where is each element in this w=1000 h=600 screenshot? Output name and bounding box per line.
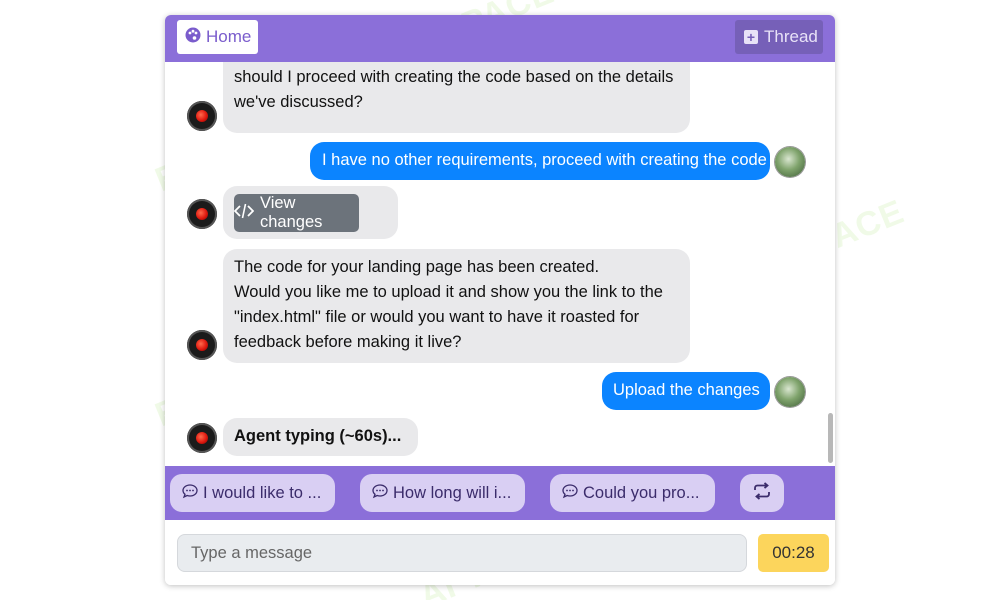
typing-indicator: Agent typing (~60s)... xyxy=(223,418,418,456)
agent-message: The code for your landing page has been … xyxy=(223,249,690,363)
message-line: Would you like me to upload it and show … xyxy=(234,283,663,301)
user-avatar-icon xyxy=(775,377,805,407)
message-line: feedback before making it live? xyxy=(234,333,462,351)
view-changes-label: View changes xyxy=(260,194,323,231)
palette-icon xyxy=(185,27,201,48)
suggestion-chip[interactable]: Could you pro... xyxy=(550,474,715,512)
suggestion-chip[interactable]: How long will i... xyxy=(360,474,525,512)
bot-avatar-icon xyxy=(187,330,217,360)
suggestion-chip[interactable]: I would like to ... xyxy=(170,474,335,512)
agent-message: should I proceed with creating the code … xyxy=(223,62,690,133)
bot-avatar-icon xyxy=(187,101,217,131)
bot-avatar-icon xyxy=(187,423,217,453)
repeat-icon xyxy=(752,481,772,505)
input-bar: 00:28 xyxy=(165,520,835,585)
suggestion-label: Could you pro... xyxy=(583,483,700,502)
suggestion-bar: I would like to ... How long will i... C… xyxy=(165,466,835,520)
suggestion-label: I would like to ... xyxy=(203,483,322,502)
chat-bubble-icon xyxy=(182,483,198,504)
code-icon xyxy=(233,203,255,224)
message-text: I have no other requirements, proceed wi… xyxy=(322,151,767,169)
message-list: should I proceed with creating the code … xyxy=(165,62,835,466)
thread-button-label: Thread xyxy=(764,27,818,46)
home-button[interactable]: Home xyxy=(177,20,258,54)
view-changes-button[interactable]: View changes xyxy=(233,194,359,232)
scrollbar-thumb[interactable] xyxy=(828,413,833,463)
user-avatar-icon xyxy=(775,147,805,177)
chat-bubble-icon xyxy=(372,483,388,504)
message-line: "index.html" file or would you want to h… xyxy=(234,308,640,326)
top-bar: Home + Thread xyxy=(165,15,835,62)
user-message: I have no other requirements, proceed wi… xyxy=(310,142,770,180)
timer-text: 00:28 xyxy=(772,543,815,562)
bot-avatar-icon xyxy=(187,199,217,229)
thread-button[interactable]: + Thread xyxy=(735,20,823,54)
user-message: Upload the changes xyxy=(602,372,770,410)
message-line: we've discussed? xyxy=(234,93,363,111)
home-button-label: Home xyxy=(206,27,252,46)
typing-text: Agent typing (~60s)... xyxy=(234,427,402,445)
message-line: should I proceed with creating the code … xyxy=(234,68,674,86)
suggestion-label: How long will i... xyxy=(393,483,512,502)
chat-window: Home + Thread should I proceed with crea… xyxy=(165,15,835,585)
refresh-suggestions-button[interactable] xyxy=(740,474,784,512)
timer-badge: 00:28 xyxy=(758,534,829,572)
message-text: Upload the changes xyxy=(613,381,760,399)
chat-bubble-icon xyxy=(562,483,578,504)
message-line: The code for your landing page has been … xyxy=(234,258,600,276)
message-input[interactable] xyxy=(177,534,747,572)
plus-square-icon: + xyxy=(744,30,758,44)
